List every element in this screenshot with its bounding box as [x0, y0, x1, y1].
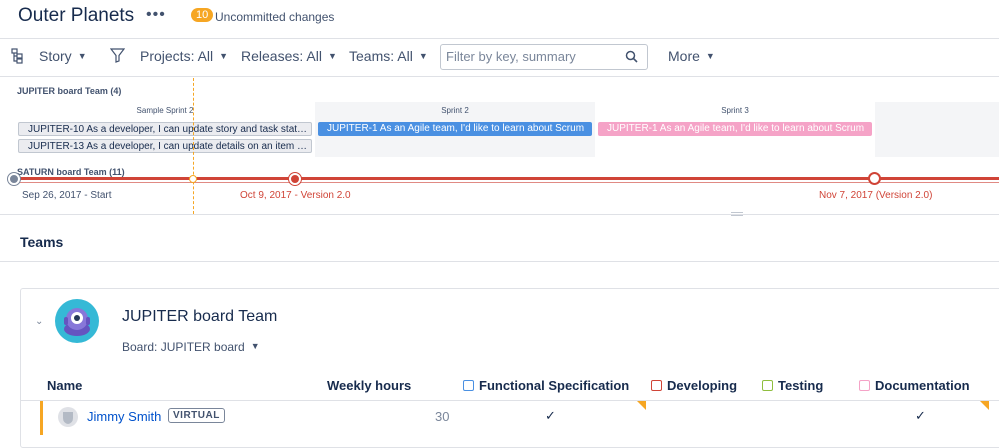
functional-spec-color-icon	[463, 380, 474, 391]
chevron-down-icon: ▼	[250, 341, 260, 351]
toolbar-divider	[0, 76, 999, 77]
search-box	[440, 44, 648, 70]
sprint-label: Sprint 2	[441, 106, 469, 115]
column-header-documentation: Documentation	[859, 378, 970, 393]
search-icon[interactable]	[625, 50, 638, 68]
column-header-label: Functional Specification	[479, 378, 630, 393]
developing-color-icon	[651, 380, 662, 391]
avatar	[58, 407, 78, 427]
uncommitted-changes-link[interactable]: Uncommitted changes	[215, 10, 334, 24]
documentation-check-icon[interactable]: ✓	[915, 408, 926, 424]
teams-filter-label: Teams: All	[349, 48, 413, 64]
issue-bar[interactable]: JUPITER-1 As an Agile team, I'd like to …	[318, 122, 592, 136]
hierarchy-icon[interactable]	[11, 48, 24, 67]
search-input[interactable]	[446, 49, 616, 64]
column-header-testing: Testing	[762, 378, 823, 393]
cell-flag-icon	[637, 401, 646, 410]
teams-section-title: Teams	[20, 234, 64, 250]
chevron-down-icon: ▼	[219, 51, 229, 61]
chevron-down-icon: ▼	[77, 51, 87, 61]
release-marker-label: Nov 7, 2017 (Version 2.0)	[819, 190, 933, 201]
column-header-name: Name	[47, 378, 83, 393]
today-marker-dot	[189, 175, 197, 183]
weekly-hours-value[interactable]: 30	[435, 409, 449, 424]
jupiter-team-label: JUPITER board Team (4)	[17, 86, 122, 96]
column-header-label: Documentation	[875, 378, 970, 393]
issue-bar[interactable]: JUPITER-10 As a developer, I can update …	[18, 122, 312, 136]
chevron-down-icon: ▼	[327, 51, 337, 61]
teams-divider	[0, 261, 999, 262]
releases-filter-dropdown[interactable]: Releases: All ▼	[241, 48, 337, 64]
page-title: Outer Planets	[18, 5, 135, 26]
chevron-down-icon: ▼	[705, 51, 715, 61]
board-selector[interactable]: Board: JUPITER board ▼	[122, 340, 260, 354]
releases-filter-label: Releases: All	[241, 48, 322, 64]
projects-filter-label: Projects: All	[140, 48, 214, 64]
table-header-divider	[20, 400, 999, 401]
projects-filter-dropdown[interactable]: Projects: All ▼	[140, 48, 228, 64]
issue-bar[interactable]: JUPITER-1 As an Agile team, I'd like to …	[598, 122, 872, 136]
more-dropdown-label: More	[668, 48, 700, 64]
teams-filter-dropdown[interactable]: Teams: All ▼	[349, 48, 428, 64]
member-name-link[interactable]: Jimmy Smith	[87, 409, 161, 424]
today-marker-line	[193, 78, 194, 214]
column-header-label: Testing	[778, 378, 824, 393]
sprint-column-bg	[875, 102, 999, 157]
sprint-label: Sample Sprint 2	[136, 106, 194, 115]
more-actions-icon[interactable]: •••	[146, 6, 166, 24]
timeline-divider	[0, 214, 999, 215]
story-dropdown-label: Story	[39, 48, 72, 64]
release-marker-dot[interactable]	[289, 173, 301, 185]
release-marker-dot[interactable]	[868, 172, 881, 185]
issue-bar[interactable]: JUPITER-13 As a developer, I can update …	[18, 139, 312, 153]
documentation-color-icon	[859, 380, 870, 391]
board-selector-label: Board: JUPITER board	[122, 340, 245, 354]
chevron-down-icon: ▼	[418, 51, 428, 61]
column-header-developing: Developing	[651, 378, 737, 393]
header-divider	[0, 38, 999, 39]
team-avatar	[55, 299, 99, 343]
start-marker-label: Sep 26, 2017 - Start	[22, 190, 112, 201]
release-marker-label: Oct 9, 2017 - Version 2.0	[240, 190, 351, 201]
column-header-weekly-hours: Weekly hours	[327, 378, 412, 393]
uncommitted-count-badge[interactable]: 10	[191, 8, 214, 22]
release-timeline-underline	[14, 182, 999, 183]
testing-color-icon	[762, 380, 773, 391]
sprint-label: Sprint 3	[721, 106, 749, 115]
release-timeline-bar	[14, 177, 999, 180]
story-dropdown[interactable]: Story ▼	[39, 48, 87, 64]
collapse-chevron-icon[interactable]: ⌄	[35, 316, 43, 327]
virtual-tag: VIRTUAL	[168, 408, 225, 423]
team-name: JUPITER board Team	[122, 308, 278, 325]
cell-flag-icon	[980, 401, 989, 410]
column-header-label: Developing	[667, 378, 738, 393]
row-highlight-marker	[40, 401, 43, 435]
filter-icon[interactable]	[109, 48, 126, 66]
functional-spec-check-icon[interactable]: ✓	[545, 408, 556, 424]
saturn-team-label: SATURN board Team (11)	[17, 167, 125, 177]
more-dropdown[interactable]: More ▼	[668, 48, 715, 64]
start-marker-dot[interactable]	[8, 173, 20, 185]
column-header-functional-spec: Functional Specification	[463, 378, 629, 393]
